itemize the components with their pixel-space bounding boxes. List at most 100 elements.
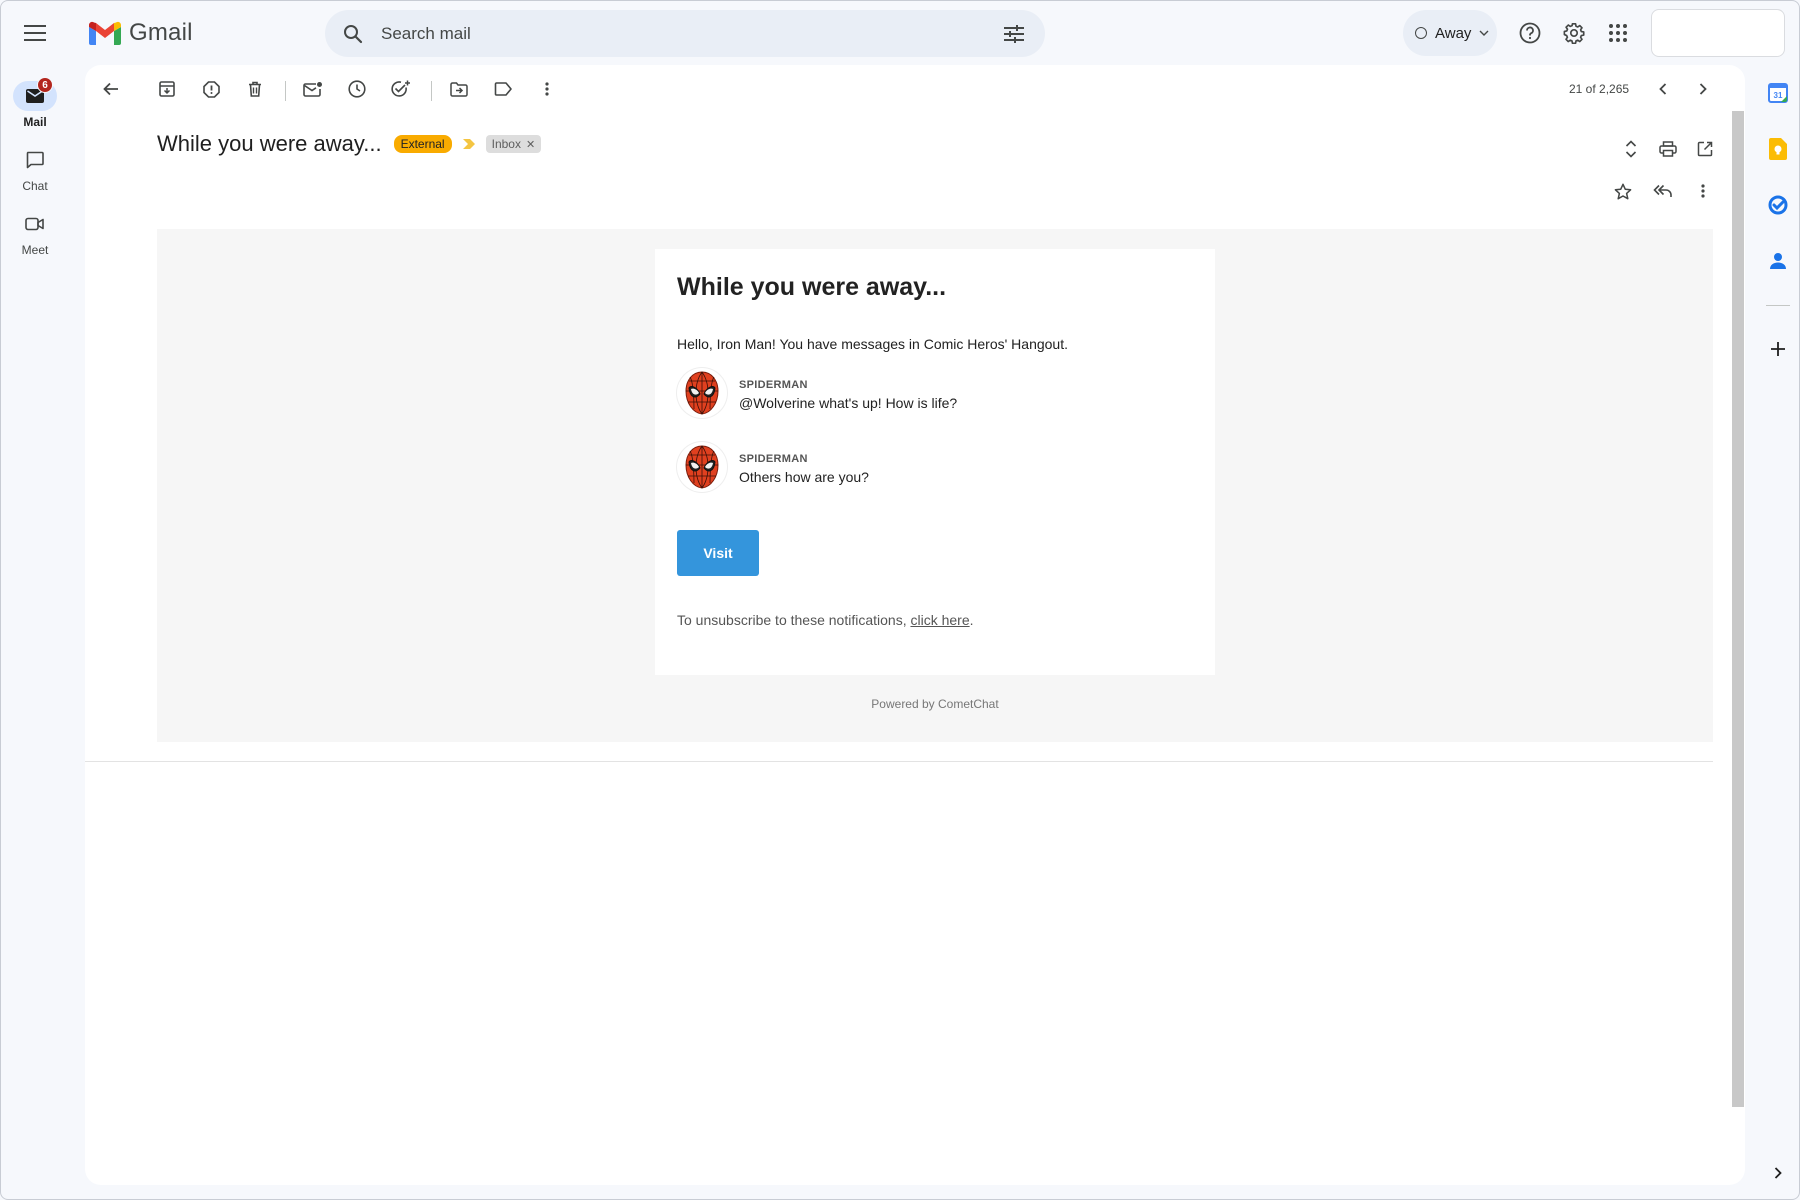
rail-item-mail[interactable]: 6 Mail xyxy=(1,65,69,129)
message-item: SPIDERMAN Others how are you? xyxy=(677,442,1193,492)
video-camera-icon xyxy=(25,217,44,231)
open-in-new-icon xyxy=(1697,141,1713,157)
toolbar-divider-2 xyxy=(431,81,432,101)
hamburger-icon xyxy=(24,25,46,41)
more-vertical-icon xyxy=(1701,184,1705,198)
unsubscribe-suffix: . xyxy=(969,612,974,628)
status-away-icon xyxy=(1415,27,1427,39)
search-options-icon[interactable] xyxy=(999,19,1029,49)
settings-button[interactable] xyxy=(1556,15,1592,51)
apps-button[interactable] xyxy=(1600,15,1636,51)
visit-button[interactable]: Visit xyxy=(677,530,759,576)
rail-label-chat: Chat xyxy=(22,179,48,193)
chevron-left-icon xyxy=(1659,83,1667,95)
remove-label-icon[interactable]: ✕ xyxy=(526,138,535,151)
add-task-icon xyxy=(391,80,410,97)
contacts-button[interactable] xyxy=(1762,245,1794,277)
arrow-left-icon xyxy=(103,82,118,96)
label-inbox-text: Inbox xyxy=(491,137,521,151)
newer-button[interactable] xyxy=(1645,71,1681,107)
archive-button[interactable] xyxy=(149,71,185,107)
folder-move-icon xyxy=(450,81,468,97)
older-button[interactable] xyxy=(1685,71,1721,107)
label-icon xyxy=(494,82,512,96)
trash-icon xyxy=(249,81,261,97)
main-menu-button[interactable] xyxy=(17,15,53,51)
more-actions-button[interactable] xyxy=(529,71,565,107)
message-text: @Wolverine what's up! How is life? xyxy=(739,395,958,411)
rail-item-chat[interactable]: Chat xyxy=(1,129,69,193)
account-area[interactable] xyxy=(1651,9,1785,57)
label-inbox[interactable]: Inbox ✕ xyxy=(485,135,542,153)
gmail-logo[interactable]: Gmail xyxy=(89,17,193,49)
search-bar[interactable] xyxy=(325,10,1045,57)
powered-by-footer: Powered by CometChat xyxy=(871,697,999,711)
star-icon xyxy=(1614,183,1632,199)
message-content: SPIDERMAN @Wolverine what's up! How is l… xyxy=(739,379,957,411)
reply-all-icon xyxy=(1653,184,1672,197)
unsubscribe-link[interactable]: click here xyxy=(910,612,969,628)
scrollbar-thumb[interactable] xyxy=(1732,111,1744,1107)
star-button[interactable] xyxy=(1605,173,1641,209)
message-sender: SPIDERMAN xyxy=(739,379,808,391)
get-addons-button[interactable] xyxy=(1762,333,1794,365)
chevron-right-icon xyxy=(1699,83,1707,95)
clock-icon xyxy=(348,80,366,98)
top-bar: Gmail Away xyxy=(1,1,1799,65)
search-input[interactable] xyxy=(381,23,999,44)
card-title: While you were away... xyxy=(677,273,947,301)
avatar xyxy=(677,442,727,492)
tasks-button[interactable] xyxy=(1762,189,1794,221)
calendar-button[interactable]: 31 xyxy=(1762,77,1794,109)
expand-all-button[interactable] xyxy=(1613,131,1649,167)
unfold-icon xyxy=(1625,140,1637,158)
back-button[interactable] xyxy=(93,71,129,107)
pagination-count: 21 of 2,265 xyxy=(1569,82,1630,96)
email-subject: While you were away... xyxy=(157,131,382,156)
more-vertical-icon xyxy=(545,82,549,96)
toolbar-divider xyxy=(285,81,286,101)
chat-icon xyxy=(26,151,44,169)
show-side-panel-button[interactable] xyxy=(1762,1157,1794,1189)
rail-label-meet: Meet xyxy=(21,243,49,257)
print-button[interactable] xyxy=(1650,131,1686,167)
message-content: SPIDERMAN Others how are you? xyxy=(739,453,869,485)
subject-row: While you were away... External Inbox ✕ xyxy=(157,131,542,157)
report-spam-button[interactable] xyxy=(193,71,229,107)
open-new-window-button[interactable] xyxy=(1687,131,1723,167)
label-external[interactable]: External xyxy=(393,135,452,153)
message-more-button[interactable] xyxy=(1685,173,1721,209)
add-to-tasks-button[interactable] xyxy=(383,71,419,107)
chevron-down-icon xyxy=(1479,30,1489,36)
delete-button[interactable] xyxy=(237,71,273,107)
gmail-wordmark: Gmail xyxy=(129,19,193,46)
spiderman-mask-icon xyxy=(685,371,719,415)
mail-unread-badge: 6 xyxy=(37,77,53,93)
rail-pill-mail: 6 xyxy=(13,77,57,111)
status-selector[interactable]: Away xyxy=(1403,10,1497,56)
message-text: Others how are you? xyxy=(739,469,869,485)
labels-button[interactable] xyxy=(485,71,521,107)
unsubscribe-text: To unsubscribe to these notifications, c… xyxy=(677,612,1193,628)
gmail-m-icon xyxy=(89,21,121,45)
archive-icon xyxy=(159,81,175,97)
apps-grid-icon xyxy=(1609,24,1627,42)
status-label: Away xyxy=(1435,24,1472,42)
importance-marker-icon[interactable] xyxy=(462,137,476,151)
message-sender: SPIDERMAN xyxy=(739,453,808,465)
left-rail: 6 Mail Chat Meet xyxy=(1,65,69,257)
rail-item-meet[interactable]: Meet xyxy=(1,193,69,257)
support-button[interactable] xyxy=(1512,15,1548,51)
unsubscribe-prefix: To unsubscribe to these notifications, xyxy=(677,612,911,628)
email-body: While you were away... Hello, Iron Man! … xyxy=(157,229,1713,742)
keep-button[interactable] xyxy=(1762,133,1794,165)
snooze-button[interactable] xyxy=(339,71,375,107)
reply-all-button[interactable] xyxy=(1645,173,1681,209)
plus-icon xyxy=(1771,342,1785,356)
keep-icon xyxy=(1769,138,1787,160)
tasks-icon xyxy=(1768,195,1788,215)
gmail-window: Gmail Away xyxy=(0,0,1800,1200)
move-to-button[interactable] xyxy=(441,71,477,107)
search-icon[interactable] xyxy=(341,22,365,46)
mark-unread-button[interactable] xyxy=(295,71,331,107)
